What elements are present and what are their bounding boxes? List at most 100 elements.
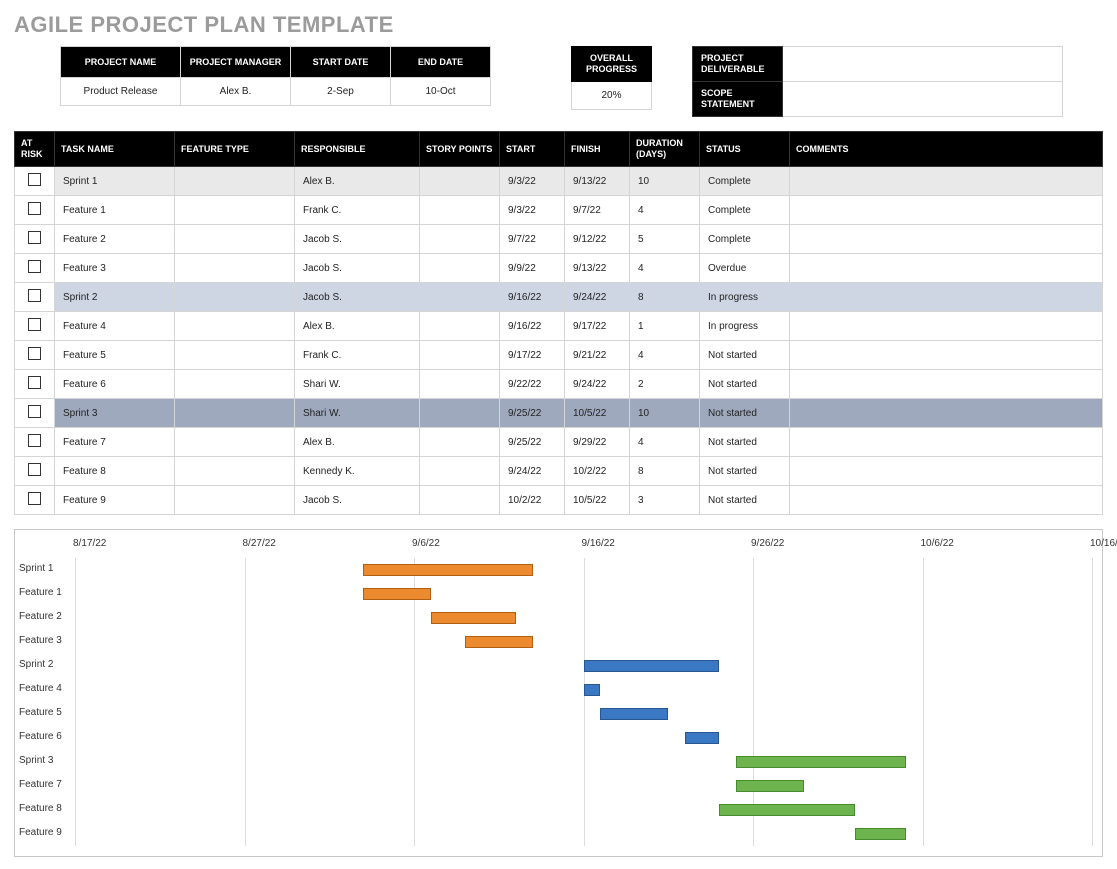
cell-start[interactable]: 9/7/22	[500, 225, 565, 254]
checkbox-icon[interactable]	[28, 463, 41, 476]
cell-status[interactable]: In progress	[700, 283, 790, 312]
cell-feature-type[interactable]	[175, 457, 295, 486]
cell-story-points[interactable]	[420, 312, 500, 341]
checkbox-icon[interactable]	[28, 434, 41, 447]
val-start-date[interactable]: 2-Sep	[291, 78, 391, 106]
cell-story-points[interactable]	[420, 428, 500, 457]
cell-responsible[interactable]: Kennedy K.	[295, 457, 420, 486]
val-project-name[interactable]: Product Release	[61, 78, 181, 106]
cell-task-name[interactable]: Feature 9	[55, 486, 175, 515]
cell-comments[interactable]	[790, 225, 1103, 254]
cell-start[interactable]: 9/17/22	[500, 341, 565, 370]
cell-duration[interactable]: 4	[630, 428, 700, 457]
cell-feature-type[interactable]	[175, 254, 295, 283]
cell-task-name[interactable]: Sprint 1	[55, 167, 175, 196]
cell-status[interactable]: Complete	[700, 167, 790, 196]
checkbox-icon[interactable]	[28, 260, 41, 273]
cell-story-points[interactable]	[420, 341, 500, 370]
cell-feature-type[interactable]	[175, 399, 295, 428]
checkbox-icon[interactable]	[28, 231, 41, 244]
cell-start[interactable]: 9/25/22	[500, 428, 565, 457]
cell-duration[interactable]: 2	[630, 370, 700, 399]
cell-finish[interactable]: 10/5/22	[565, 486, 630, 515]
cell-story-points[interactable]	[420, 457, 500, 486]
cell-status[interactable]: Not started	[700, 341, 790, 370]
cell-start[interactable]: 9/3/22	[500, 196, 565, 225]
cell-comments[interactable]	[790, 254, 1103, 283]
cell-comments[interactable]	[790, 283, 1103, 312]
cell-task-name[interactable]: Feature 3	[55, 254, 175, 283]
cell-status[interactable]: Not started	[700, 486, 790, 515]
cell-start[interactable]: 9/22/22	[500, 370, 565, 399]
cell-responsible[interactable]: Jacob S.	[295, 254, 420, 283]
cell-feature-type[interactable]	[175, 283, 295, 312]
cell-task-name[interactable]: Sprint 3	[55, 399, 175, 428]
cell-responsible[interactable]: Jacob S.	[295, 486, 420, 515]
cell-responsible[interactable]: Jacob S.	[295, 225, 420, 254]
cell-task-name[interactable]: Feature 4	[55, 312, 175, 341]
cell-start[interactable]: 10/2/22	[500, 486, 565, 515]
checkbox-icon[interactable]	[28, 289, 41, 302]
cell-story-points[interactable]	[420, 254, 500, 283]
cell-duration[interactable]: 8	[630, 283, 700, 312]
cell-comments[interactable]	[790, 196, 1103, 225]
cell-status[interactable]: Not started	[700, 457, 790, 486]
cell-duration[interactable]: 4	[630, 341, 700, 370]
cell-feature-type[interactable]	[175, 341, 295, 370]
cell-story-points[interactable]	[420, 399, 500, 428]
cell-task-name[interactable]: Feature 2	[55, 225, 175, 254]
cell-finish[interactable]: 10/2/22	[565, 457, 630, 486]
val-project-manager[interactable]: Alex B.	[181, 78, 291, 106]
cell-status[interactable]: Complete	[700, 225, 790, 254]
cell-story-points[interactable]	[420, 167, 500, 196]
checkbox-icon[interactable]	[28, 173, 41, 186]
cell-responsible[interactable]: Shari W.	[295, 370, 420, 399]
val-deliverable[interactable]	[783, 47, 1063, 82]
cell-responsible[interactable]: Shari W.	[295, 399, 420, 428]
cell-start[interactable]: 9/9/22	[500, 254, 565, 283]
cell-status[interactable]: Not started	[700, 370, 790, 399]
cell-task-name[interactable]: Feature 6	[55, 370, 175, 399]
cell-comments[interactable]	[790, 370, 1103, 399]
cell-start[interactable]: 9/16/22	[500, 312, 565, 341]
cell-comments[interactable]	[790, 457, 1103, 486]
cell-start[interactable]: 9/25/22	[500, 399, 565, 428]
checkbox-icon[interactable]	[28, 376, 41, 389]
checkbox-icon[interactable]	[28, 202, 41, 215]
cell-comments[interactable]	[790, 312, 1103, 341]
cell-status[interactable]: Not started	[700, 428, 790, 457]
cell-duration[interactable]: 3	[630, 486, 700, 515]
checkbox-icon[interactable]	[28, 318, 41, 331]
cell-story-points[interactable]	[420, 196, 500, 225]
cell-story-points[interactable]	[420, 486, 500, 515]
checkbox-icon[interactable]	[28, 492, 41, 505]
cell-responsible[interactable]: Jacob S.	[295, 283, 420, 312]
cell-story-points[interactable]	[420, 225, 500, 254]
cell-duration[interactable]: 10	[630, 399, 700, 428]
cell-comments[interactable]	[790, 428, 1103, 457]
cell-finish[interactable]: 9/13/22	[565, 167, 630, 196]
cell-comments[interactable]	[790, 341, 1103, 370]
cell-finish[interactable]: 9/13/22	[565, 254, 630, 283]
cell-feature-type[interactable]	[175, 428, 295, 457]
cell-status[interactable]: Complete	[700, 196, 790, 225]
cell-duration[interactable]: 1	[630, 312, 700, 341]
cell-feature-type[interactable]	[175, 312, 295, 341]
cell-finish[interactable]: 9/29/22	[565, 428, 630, 457]
cell-feature-type[interactable]	[175, 225, 295, 254]
cell-status[interactable]: Overdue	[700, 254, 790, 283]
cell-story-points[interactable]	[420, 370, 500, 399]
cell-status[interactable]: Not started	[700, 399, 790, 428]
cell-feature-type[interactable]	[175, 370, 295, 399]
cell-status[interactable]: In progress	[700, 312, 790, 341]
cell-task-name[interactable]: Sprint 2	[55, 283, 175, 312]
cell-comments[interactable]	[790, 399, 1103, 428]
checkbox-icon[interactable]	[28, 405, 41, 418]
cell-start[interactable]: 9/24/22	[500, 457, 565, 486]
cell-finish[interactable]: 9/17/22	[565, 312, 630, 341]
cell-duration[interactable]: 8	[630, 457, 700, 486]
cell-story-points[interactable]	[420, 283, 500, 312]
cell-finish[interactable]: 9/12/22	[565, 225, 630, 254]
cell-duration[interactable]: 5	[630, 225, 700, 254]
cell-task-name[interactable]: Feature 7	[55, 428, 175, 457]
